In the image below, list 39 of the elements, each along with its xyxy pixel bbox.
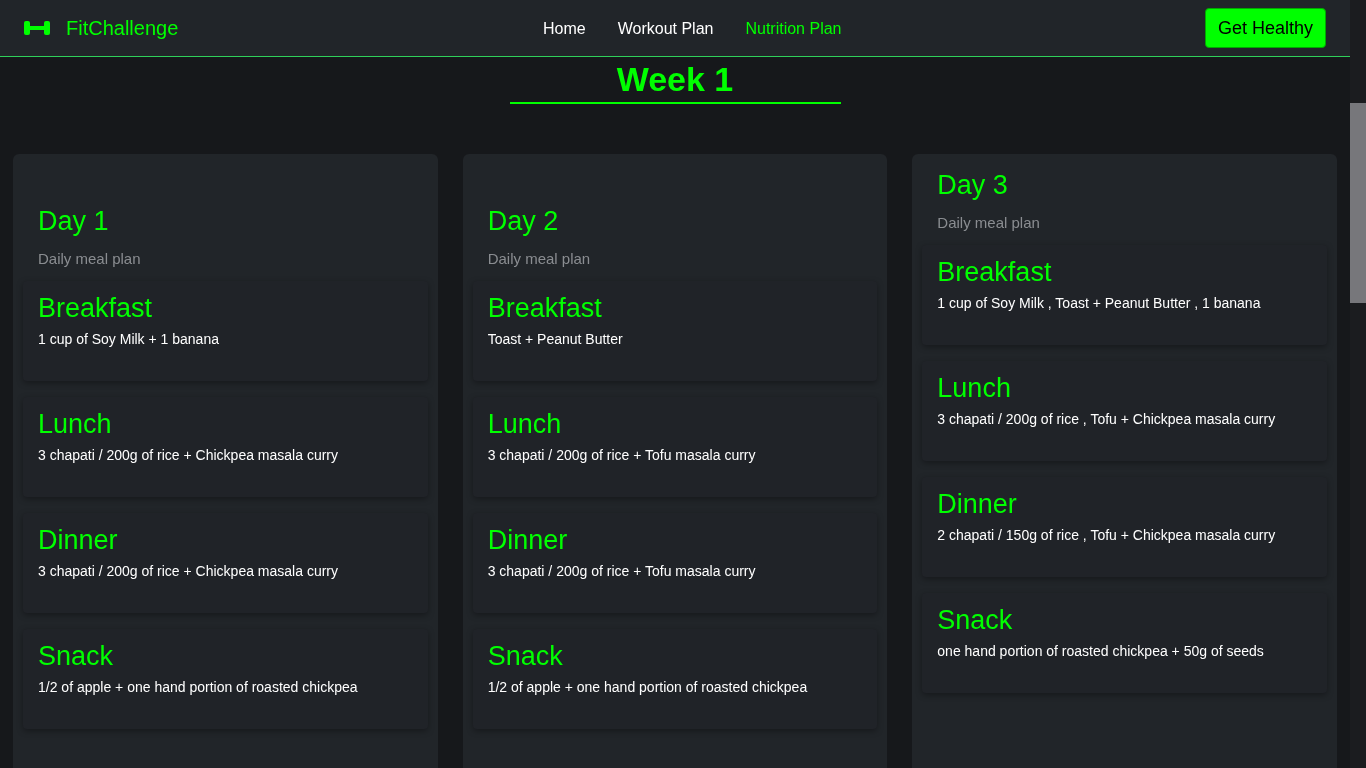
day-title: Day 3 [936, 169, 1009, 202]
scrollbar[interactable] [1350, 0, 1366, 768]
meal-title: Dinner [937, 487, 1018, 521]
meal-description: 1/2 of apple + one hand portion of roasted chickpea [38, 677, 359, 697]
meal-description: 3 chapati / 200g of rice + Tofu masala curry [487, 445, 757, 465]
get-healthy-button[interactable]: Get Healthy [1204, 8, 1326, 48]
meal-title: Lunch [38, 407, 113, 441]
brand-logo[interactable]: FitChallenge [66, 13, 179, 43]
meal-title: Snack [38, 639, 115, 673]
day-title: Day 1 [37, 205, 110, 238]
meal-description: 2 chapati / 150g of rice , Tofu + Chickpea masala curry [937, 525, 1277, 545]
meal-description: 3 chapati / 200g of rice + Chickpea masala curry [38, 445, 339, 465]
meal-title: Breakfast [487, 291, 603, 325]
day-subtitle: Daily meal plan [486, 249, 592, 269]
nav-link[interactable]: Home [543, 16, 586, 41]
meal-title: Snack [487, 639, 564, 673]
meal-title: Breakfast [38, 291, 154, 325]
meal-description: 1 cup of Soy Milk , Toast + Peanut Butter , 1 banana [937, 293, 1262, 313]
meal-description: 3 chapati / 200g of rice + Chickpea masala curry [38, 561, 339, 581]
dumbbell-icon [24, 18, 50, 38]
meal-description: 1 cup of Soy Milk + 1 banana [38, 329, 220, 349]
day-subtitle: Daily meal plan [936, 213, 1041, 233]
meal-title: Snack [937, 603, 1014, 637]
day-title: Day 2 [486, 205, 560, 238]
meal-title: Lunch [937, 371, 1012, 405]
meal-description: Toast + Peanut Butter [487, 329, 624, 349]
nav-link[interactable]: Workout Plan [617, 16, 714, 41]
meal-title: Breakfast [937, 255, 1053, 289]
meal-description: 3 chapati / 200g of rice , Tofu + Chickpea masala curry [937, 409, 1277, 429]
meal-title: Lunch [487, 407, 563, 441]
scrollbar-thumb[interactable] [1350, 103, 1366, 303]
meal-description: 3 chapati / 200g of rice + Tofu masala curry [487, 561, 757, 581]
day-subtitle: Daily meal plan [37, 249, 142, 269]
meal-description: one hand portion of roasted chickpea + 50g of seeds [937, 641, 1265, 661]
nav-link[interactable]: Nutrition Plan [745, 16, 842, 41]
week-title: Week 1 [616, 59, 734, 99]
meal-description: 1/2 of apple + one hand portion of roasted chickpea [487, 677, 809, 697]
meal-title: Dinner [38, 523, 119, 557]
meal-title: Dinner [487, 523, 569, 557]
